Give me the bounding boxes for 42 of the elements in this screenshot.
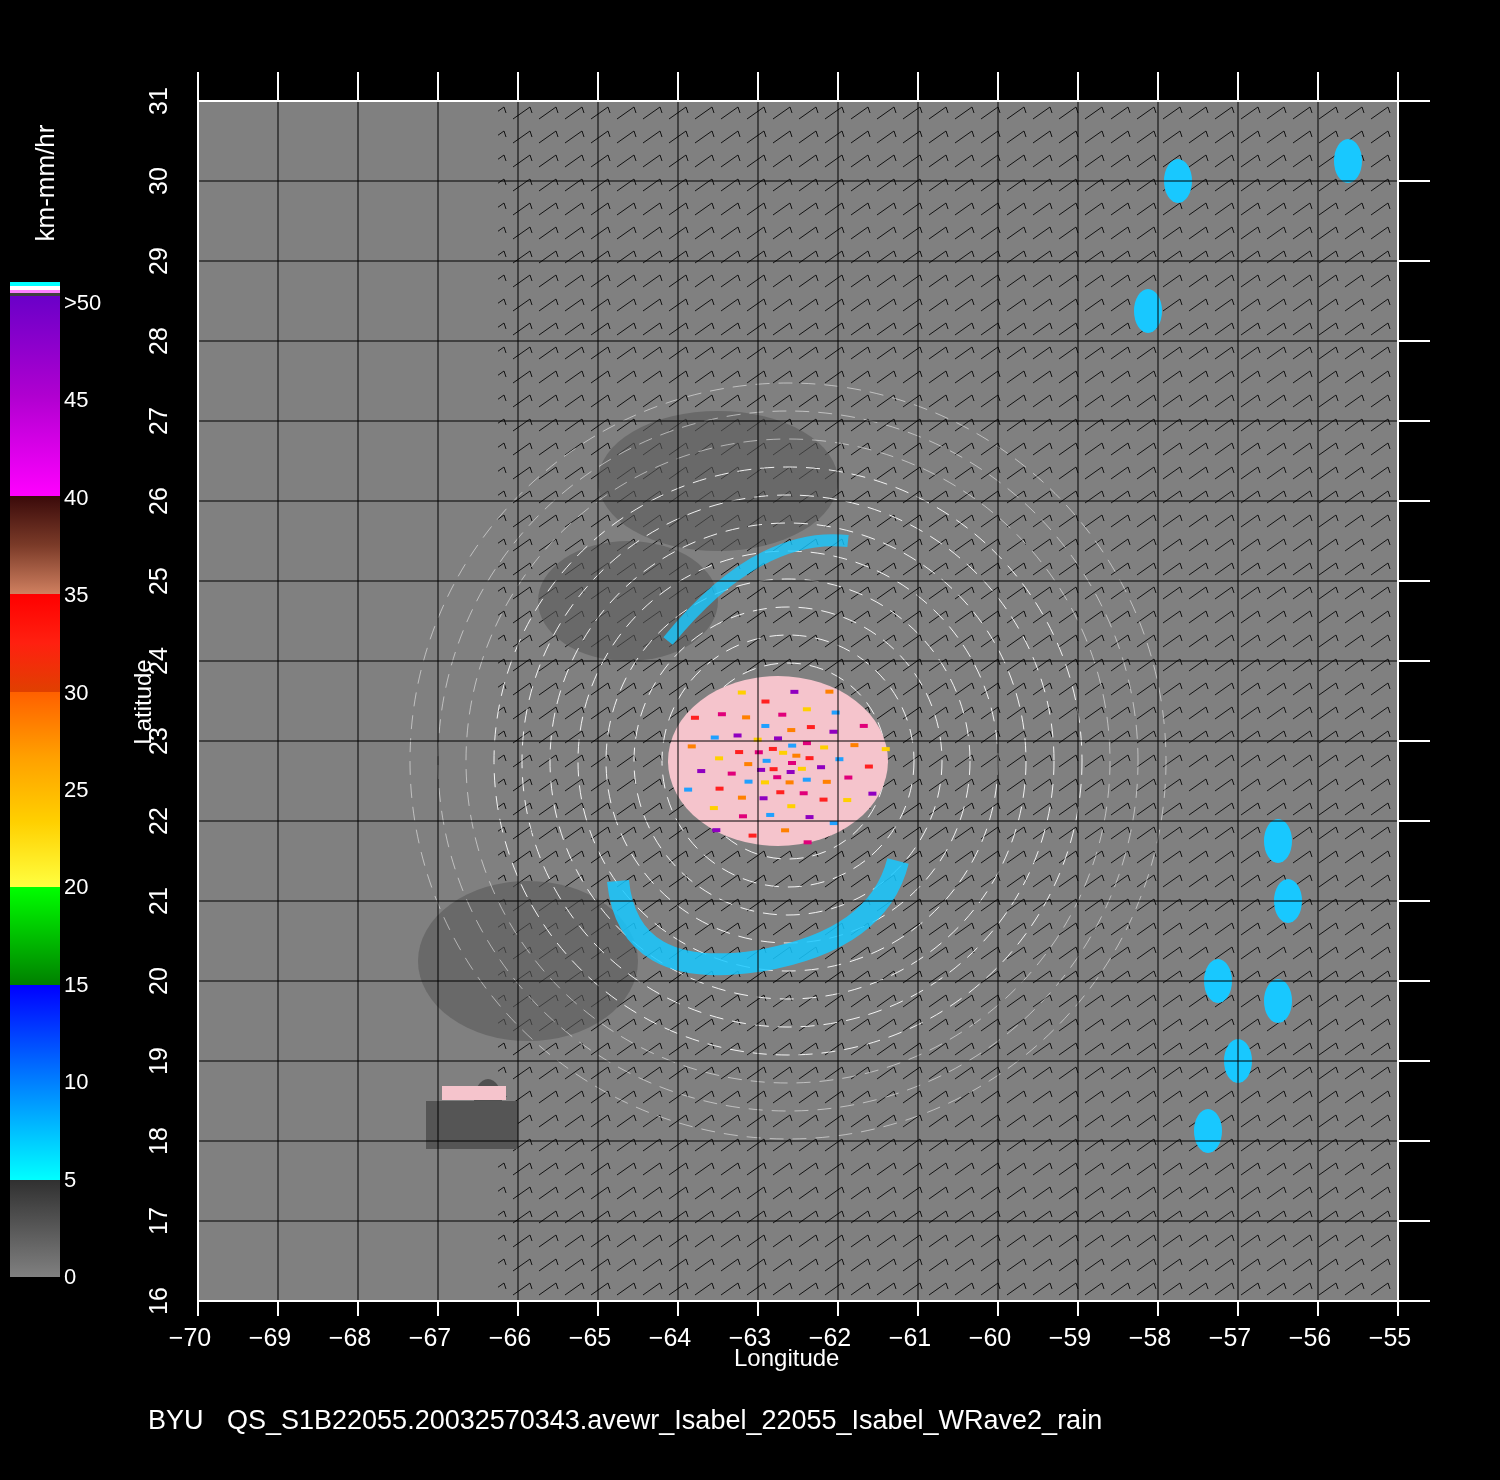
colorbar-label: 5 xyxy=(64,1168,77,1191)
latitude-tick-label: 31 xyxy=(146,87,172,115)
longitude-tick-label: −59 xyxy=(1048,1325,1092,1350)
latitude-tick-label: 18 xyxy=(146,1127,172,1155)
latitude-tick-label: 16 xyxy=(146,1287,172,1315)
latitude-tick-label: 20 xyxy=(146,967,172,995)
latitude-tick-label: 27 xyxy=(146,407,172,435)
colorbar-label: 40 xyxy=(64,486,89,509)
latitude-tick-label: 17 xyxy=(146,1207,172,1235)
caption-source: BYU xyxy=(148,1407,204,1434)
longitude-tick-label: −64 xyxy=(648,1325,692,1350)
longitude-tick-label: −55 xyxy=(1368,1325,1412,1350)
caption-filename: QS_S1B22055.20032570343.avewr_Isabel_22055_Isabel_WRave2_rain xyxy=(227,1407,1103,1434)
latitude-tick-label: 25 xyxy=(146,567,172,595)
latitude-tick-label: 28 xyxy=(146,327,172,355)
colorbar-label: 25 xyxy=(64,779,89,801)
longitude-tick-label: −57 xyxy=(1208,1325,1252,1350)
colorbar-label: 30 xyxy=(64,681,89,704)
colorbar-label: 35 xyxy=(64,584,89,607)
longitude-tick-label: −66 xyxy=(488,1325,532,1350)
colorbar-label: 45 xyxy=(64,389,89,412)
longitude-tick-label: −61 xyxy=(888,1325,932,1350)
latitude-tick-label: 29 xyxy=(146,247,172,275)
longitude-tick-label: −56 xyxy=(1288,1325,1332,1350)
latitude-tick-label: 21 xyxy=(146,887,172,915)
colorbar-label: 10 xyxy=(64,1071,89,1094)
colorbar-label: 0 xyxy=(64,1266,77,1288)
longitude-tick-label: −58 xyxy=(1128,1325,1172,1350)
longitude-tick-label: −68 xyxy=(328,1325,372,1350)
longitude-tick-label: −60 xyxy=(968,1325,1012,1350)
longitude-tick-label: −67 xyxy=(408,1325,452,1350)
latitude-tick-label: 22 xyxy=(146,807,172,835)
latitude-tick-label: 19 xyxy=(146,1047,172,1075)
colorbar-unit: km-mm/hr xyxy=(32,124,59,242)
colorbar-label: 20 xyxy=(64,876,89,899)
longitude-tick-label: −70 xyxy=(168,1325,212,1350)
colorbar-label: >50 xyxy=(64,292,102,314)
colorbar-label: 15 xyxy=(64,973,89,996)
latitude-tick-label: 26 xyxy=(146,487,172,515)
longitude-tick-label: −69 xyxy=(248,1325,292,1350)
latitude-tick-label: 30 xyxy=(146,167,172,195)
longitude-tick-label: −65 xyxy=(568,1325,612,1350)
